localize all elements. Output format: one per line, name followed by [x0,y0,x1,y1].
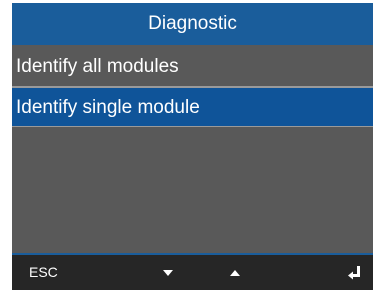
menu-item-identify-single-module[interactable]: Identify single module [12,87,373,127]
triangle-up-icon [230,270,240,276]
triangle-down-icon [163,270,173,276]
down-button[interactable] [160,255,176,290]
menu-item-identify-all-modules[interactable]: Identify all modules [12,47,373,87]
softkey-bar: ESC [12,255,373,290]
menu-list: Identify all modules Identify single mod… [12,47,373,127]
enter-button[interactable] [347,255,363,290]
esc-button[interactable]: ESC [29,255,58,290]
enter-return-icon [348,266,360,280]
up-button[interactable] [227,255,243,290]
diagnostic-screen: Diagnostic Identify all modules Identify… [12,3,373,290]
page-title: Diagnostic [12,3,373,45]
